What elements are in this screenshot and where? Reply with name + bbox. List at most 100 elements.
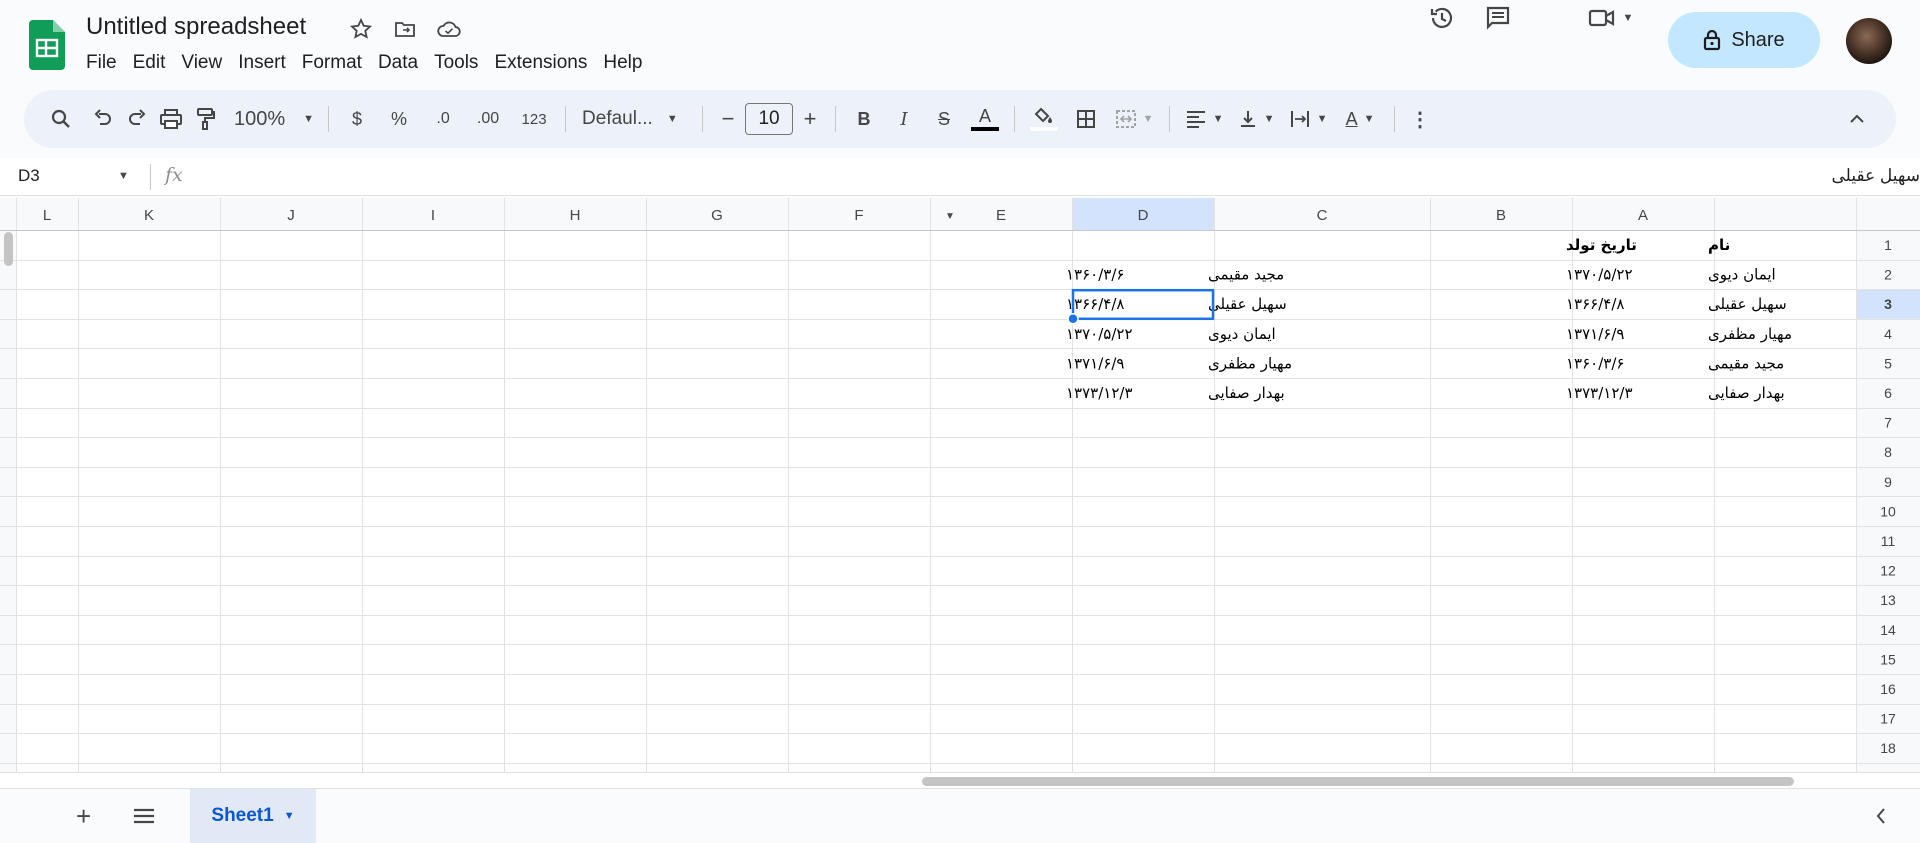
cell-b4[interactable]: ۱۳۷۱/۶/۹ (1566, 325, 1624, 343)
column-header-l[interactable]: L (43, 207, 51, 224)
row-header-2[interactable]: 2 (1884, 267, 1892, 283)
column-header-g[interactable]: G (711, 207, 723, 224)
print-icon[interactable] (154, 99, 188, 139)
fill-handle[interactable] (1067, 313, 1079, 325)
column-header-c[interactable]: C (1317, 207, 1328, 224)
select-all-corner[interactable] (1856, 198, 1920, 230)
sheets-logo-icon[interactable] (29, 20, 65, 70)
horizontal-align-icon[interactable]: ▼ (1178, 99, 1230, 139)
all-sheets-icon[interactable] (132, 807, 156, 830)
cell-a2[interactable]: ایمان دیوی (1708, 266, 1776, 284)
search-menus-icon[interactable] (44, 99, 78, 139)
row-header-17[interactable]: 17 (1880, 711, 1896, 727)
column-header-j[interactable]: J (287, 207, 295, 224)
version-history-icon[interactable] (1420, 0, 1464, 40)
cell-e4[interactable]: ۱۳۷۰/۵/۲۲ (1066, 325, 1133, 343)
column-header-h[interactable]: H (570, 207, 581, 224)
cell-a6[interactable]: بهدار صفایی (1708, 384, 1785, 402)
menu-tools[interactable]: Tools (426, 50, 486, 78)
menu-data[interactable]: Data (370, 50, 426, 78)
row-header-6[interactable]: 6 (1884, 385, 1892, 401)
row-header-1[interactable]: 1 (1884, 237, 1892, 253)
fill-color-icon[interactable] (1023, 99, 1065, 139)
explore-collapse-icon[interactable] (1874, 806, 1888, 831)
paint-format-icon[interactable] (188, 99, 222, 139)
font-select[interactable]: Defaul... ▼ (574, 99, 694, 139)
merge-cells-icon[interactable]: ▼ (1107, 99, 1161, 139)
menu-view[interactable]: View (173, 50, 230, 78)
column-e-menu-caret-icon[interactable]: ▼ (945, 211, 955, 222)
meet-dropdown-caret-icon[interactable]: ▼ (1623, 12, 1634, 24)
vertical-align-icon[interactable]: ▼ (1230, 99, 1282, 139)
currency-format-button[interactable]: $ (337, 99, 377, 139)
font-size-input[interactable]: 10 (745, 103, 794, 135)
cell-d5[interactable]: مهیار مظفری (1208, 354, 1292, 372)
row-header-16[interactable]: 16 (1880, 681, 1896, 697)
row-header-7[interactable]: 7 (1884, 415, 1892, 431)
more-formats-button[interactable]: 123 (511, 99, 557, 139)
row-header-12[interactable]: 12 (1880, 563, 1896, 579)
cell-e2[interactable]: ۱۳۶۰/۳/۶ (1066, 266, 1124, 284)
row-header-14[interactable]: 14 (1880, 622, 1896, 638)
cell-d2[interactable]: مجید مقیمی (1208, 266, 1284, 284)
decrease-decimal-button[interactable]: .0 (421, 99, 465, 139)
zoom-select[interactable]: 100% ▼ (222, 99, 320, 139)
menu-file[interactable]: File (78, 50, 125, 78)
cell-a1[interactable]: نام (1708, 236, 1730, 254)
cell-b6[interactable]: ۱۳۷۳/۱۲/۳ (1566, 384, 1633, 402)
column-header-d[interactable]: D (1138, 207, 1149, 224)
cell-b2[interactable]: ۱۳۷۰/۵/۲۲ (1566, 266, 1633, 284)
menu-format[interactable]: Format (294, 50, 370, 78)
borders-icon[interactable] (1065, 99, 1107, 139)
sheet-tab-caret-icon[interactable]: ▼ (284, 810, 295, 822)
decrease-font-size-button[interactable]: − (711, 99, 745, 139)
cell-e3[interactable]: ۱۳۶۶/۴/۸ (1066, 295, 1124, 313)
horizontal-scrollbar[interactable] (0, 772, 1920, 788)
column-header-f[interactable]: F (854, 207, 863, 224)
star-icon[interactable] (346, 14, 376, 44)
move-folder-icon[interactable] (390, 14, 420, 44)
cell-b5[interactable]: ۱۳۶۰/۳/۶ (1566, 354, 1624, 372)
row-header-11[interactable]: 11 (1881, 533, 1896, 549)
percent-format-button[interactable]: % (377, 99, 421, 139)
undo-icon[interactable] (86, 99, 120, 139)
row-header-4[interactable]: 4 (1884, 326, 1892, 342)
column-header-e[interactable]: E (996, 207, 1006, 224)
cell-e6[interactable]: ۱۳۷۳/۱۲/۳ (1066, 384, 1133, 402)
comments-icon[interactable] (1476, 0, 1520, 40)
grid-canvas[interactable]: L K J I H G F E D C B A▼123456789101112131415161718… (0, 198, 1920, 772)
spreadsheet-grid[interactable]: L K J I H G F E D C B A ▼ 1 2 3 4 5 6 7 8 9 10 11 12 13 14 15 16 17 18… (0, 198, 1920, 772)
cell-a3[interactable]: سهیل عقیلی (1708, 295, 1787, 313)
share-button[interactable]: Share (1668, 12, 1820, 68)
sheet-tab[interactable]: Sheet1 ▼ (190, 789, 316, 843)
cell-b3[interactable]: ۱۳۶۶/۴/۸ (1566, 295, 1624, 313)
redo-icon[interactable] (120, 99, 154, 139)
column-header-a[interactable]: A (1638, 207, 1648, 224)
menu-insert[interactable]: Insert (230, 50, 294, 78)
cell-d6[interactable]: بهدار صفایی (1208, 384, 1285, 402)
collapse-toolbar-icon[interactable] (1840, 99, 1874, 139)
row-header-10[interactable]: 10 (1880, 503, 1896, 519)
row-header-13[interactable]: 13 (1880, 592, 1896, 608)
cell-e5[interactable]: ۱۳۷۱/۶/۹ (1066, 354, 1124, 372)
meet-video-icon[interactable]: ▼ (1580, 0, 1640, 40)
row-header-3[interactable]: 3 (1884, 296, 1892, 312)
formula-input[interactable]: سهیل عقیلی (1832, 166, 1920, 186)
text-wrapping-icon[interactable]: ▼ (1282, 99, 1334, 139)
name-box-caret-icon[interactable]: ▼ (118, 170, 129, 182)
name-box[interactable]: D3 (18, 166, 40, 186)
increase-decimal-button[interactable]: .00 (465, 99, 511, 139)
document-title[interactable]: Untitled spreadsheet (86, 13, 306, 41)
bold-button[interactable]: B (844, 99, 884, 139)
vertical-scrollbar-thumb[interactable] (4, 232, 13, 266)
row-header-9[interactable]: 9 (1884, 474, 1892, 490)
row-header-18[interactable]: 18 (1880, 740, 1896, 756)
text-color-button[interactable]: A (964, 99, 1006, 139)
menu-edit[interactable]: Edit (125, 50, 174, 78)
text-rotation-button[interactable]: A ▼ (1334, 99, 1386, 139)
account-avatar[interactable] (1846, 18, 1892, 64)
strikethrough-button[interactable]: S (924, 99, 964, 139)
add-sheet-button[interactable]: + (76, 801, 91, 832)
row-header-15[interactable]: 15 (1880, 651, 1896, 667)
column-header-k[interactable]: K (144, 207, 154, 224)
